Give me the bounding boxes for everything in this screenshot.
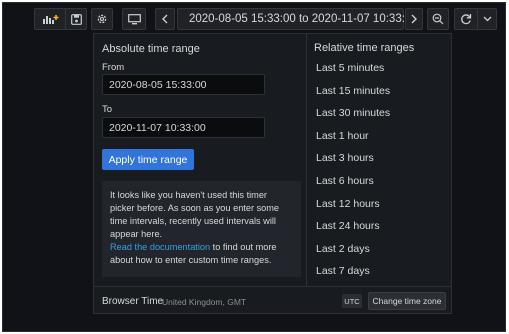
info-text: It looks like you haven't used this time… (110, 190, 280, 239)
save-icon (70, 13, 82, 25)
relative-item[interactable]: Last 1 hour (316, 130, 369, 142)
to-input[interactable] (102, 117, 265, 138)
relative-item[interactable]: Last 30 minutes (316, 107, 390, 119)
zoom-out-button[interactable] (427, 8, 449, 30)
relative-item[interactable]: Last 15 minutes (316, 85, 390, 97)
time-shift-back-button[interactable] (155, 8, 175, 30)
relative-item[interactable]: Last 24 hours (316, 220, 380, 232)
chevron-down-icon (483, 16, 491, 22)
documentation-link[interactable]: Read the documentation (110, 242, 210, 252)
browser-time-label: Browser Time (102, 296, 164, 307)
dashboard-frame: 2020-08-05 15:33:00 to 2020-11-07 10:33:… (2, 2, 506, 332)
refresh-interval-dropdown[interactable] (477, 8, 497, 30)
gear-icon (97, 14, 107, 24)
relative-range-title: Relative time ranges (314, 42, 415, 54)
change-timezone-button[interactable]: Change time zone (368, 292, 446, 310)
relative-item[interactable]: Last 12 hours (316, 198, 380, 210)
view-mode-button[interactable] (122, 8, 146, 30)
info-box: It looks like you haven't used this time… (102, 181, 301, 277)
apply-time-range-button[interactable]: Apply time range (102, 149, 194, 170)
relative-item[interactable]: Last 6 hours (316, 175, 374, 187)
save-dashboard-button[interactable] (65, 8, 87, 30)
chevron-right-icon (411, 14, 417, 24)
time-range-button[interactable]: 2020-08-05 15:33:00 to 2020-11-07 10:33:… (177, 8, 418, 30)
timezone-location: United Kingdom, GMT (162, 297, 247, 307)
relative-range-section: Relative time ranges Last 5 minutes Last… (308, 34, 451, 286)
refresh-icon (461, 14, 472, 25)
time-range-label: 2020-08-05 15:33:00 to 2020-11-07 10:33:… (189, 13, 418, 25)
time-picker-panel: Absolute time range From To Apply time r… (93, 33, 452, 314)
relative-item[interactable]: Last 7 days (316, 265, 370, 277)
relative-item[interactable]: Last 5 minutes (316, 62, 384, 74)
to-label: To (102, 104, 113, 115)
relative-item[interactable]: Last 2 days (316, 243, 370, 255)
utc-badge: UTC (342, 294, 362, 308)
chevron-left-icon (162, 14, 168, 24)
timezone-footer: Browser Time United Kingdom, GMT UTC Cha… (94, 286, 451, 315)
absolute-range-section: Absolute time range From To Apply time r… (94, 34, 307, 286)
add-panel-icon (42, 15, 58, 24)
dashboard-toolbar: 2020-08-05 15:33:00 to 2020-11-07 10:33:… (3, 3, 505, 37)
zoom-out-icon (432, 13, 444, 25)
settings-button[interactable] (91, 8, 113, 30)
absolute-range-title: Absolute time range (102, 43, 200, 55)
add-panel-button[interactable] (34, 8, 67, 30)
time-shift-forward-button[interactable] (405, 8, 423, 30)
relative-item[interactable]: Last 3 hours (316, 152, 374, 164)
monitor-icon (127, 13, 141, 24)
from-label: From (102, 62, 125, 73)
refresh-button[interactable] (454, 8, 478, 30)
from-input[interactable] (102, 74, 265, 95)
